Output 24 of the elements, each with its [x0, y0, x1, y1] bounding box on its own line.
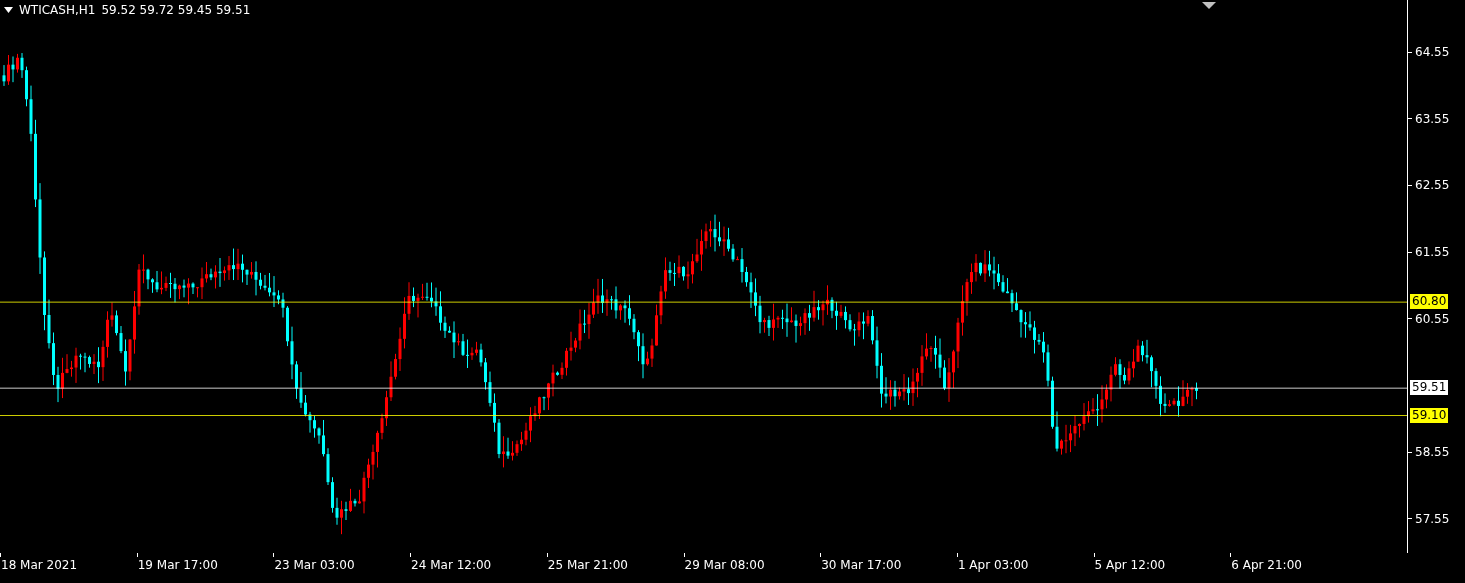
dropdown-icon[interactable]: [4, 7, 13, 13]
time-tick-label: 25 Mar 21:00: [547, 557, 628, 573]
price-tick-label: 57.55: [1415, 510, 1450, 527]
price-tick-label: 58.55: [1415, 444, 1450, 461]
time-tick-label: 6 Apr 21:00: [1231, 557, 1302, 573]
price-tick-label: 61.55: [1415, 244, 1450, 261]
chart-shift-icon: [1202, 2, 1216, 9]
time-tick-label: 19 Mar 17:00: [137, 557, 218, 573]
time-tick-label: 1 Apr 03:00: [957, 557, 1029, 573]
time-tick-label: 29 Mar 08:00: [684, 557, 765, 573]
price-tick-label: 64.55: [1415, 44, 1450, 60]
time-tick-label: 30 Mar 17:00: [821, 557, 902, 573]
time-tick-label: 5 Apr 12:00: [1094, 557, 1166, 573]
price-tick-label: 62.55: [1415, 177, 1450, 194]
time-tick-label: 23 Mar 03:00: [274, 557, 355, 573]
time-tick-label: 18 Mar 2021: [1, 557, 78, 573]
symbol-label: WTICASH,H1: [19, 4, 96, 16]
price-line-label: 60.80: [1410, 294, 1449, 310]
ohlc-values: 59.52 59.72 59.45 59.51: [101, 4, 251, 16]
price-line-label: 59.51: [1410, 380, 1449, 396]
time-tick-label: 24 Mar 12:00: [411, 557, 492, 573]
price-line-label: 59.10: [1410, 407, 1449, 423]
price-tick-label: 60.55: [1415, 310, 1450, 327]
price-tick-label: 63.55: [1415, 110, 1450, 127]
